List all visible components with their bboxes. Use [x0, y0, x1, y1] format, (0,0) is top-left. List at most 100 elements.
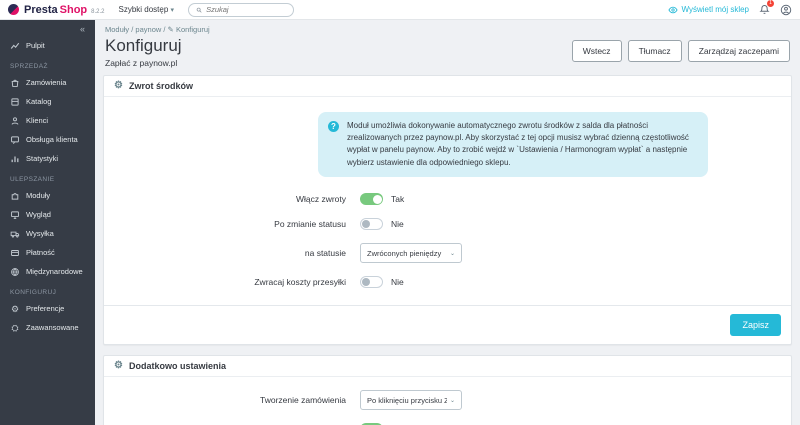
order-creation-row: Tworzenie zamówienia Po kliknięciu przyc…	[120, 390, 775, 410]
sidebar-item-label: Pulpit	[26, 41, 45, 50]
sidebar-item-label: Moduły	[26, 191, 50, 200]
sidebar-item-zaawansowane[interactable]: ⛭ Zaawansowane	[0, 318, 95, 337]
refund-shipping-value: Nie	[391, 277, 404, 287]
chevron-down-icon: ⌄	[450, 397, 455, 404]
notification-badge: 1	[767, 0, 774, 7]
sidebar-item-obsluga-klienta[interactable]: Obsługa klienta	[0, 130, 95, 149]
view-shop-link[interactable]: Wyświetl mój sklep	[668, 5, 750, 15]
refund-shipping-toggle[interactable]	[360, 276, 383, 288]
search-icon	[196, 6, 202, 14]
sidebar-item-label: Preferencje	[26, 304, 64, 313]
status-select[interactable]: Zwróconych pieniędzy ⌄	[360, 243, 462, 263]
sidebar-collapse-button[interactable]: «	[0, 20, 95, 36]
sidebar-item-label: Zaawansowane	[26, 323, 79, 332]
sidebar-item-label: Katalog	[26, 97, 51, 106]
refund-shipping-label: Zwracaj koszty przesyłki	[120, 277, 360, 287]
additional-settings-panel: ⚙ Dodatkowo ustawienia Tworzenie zamówie…	[103, 355, 792, 425]
main-content: Moduły / paynow / ✎ Konfiguruj Konfiguru…	[95, 20, 800, 425]
refund-shipping-row: Zwracaj koszty przesyłki Nie	[120, 276, 775, 288]
sidebar-item-label: Wysyłka	[26, 229, 54, 238]
after-status-change-row: Po zmianie statusu Nie	[120, 218, 775, 230]
sidebar-item-moduly[interactable]: Moduły	[0, 186, 95, 205]
breadcrumb: Moduły / paynow / ✎ Konfiguruj	[103, 20, 792, 36]
on-status-label: na statusie	[120, 248, 360, 258]
international-icon	[10, 267, 20, 277]
search-bar[interactable]	[188, 3, 294, 17]
stats-icon	[10, 154, 20, 164]
shipping-icon	[10, 229, 20, 239]
help-icon: ?	[328, 121, 339, 132]
brand-shop: Shop	[60, 4, 88, 16]
back-button[interactable]: Wstecz	[572, 40, 622, 62]
enable-refunds-label: Włącz zwroty	[120, 194, 360, 204]
topbar: PrestaShop 8.2.2 Szybki dostęp ▾ Wyświet…	[0, 0, 800, 20]
customer-service-icon	[10, 135, 20, 145]
view-shop-label: Wyświetl mój sklep	[682, 5, 750, 14]
enable-refunds-row: Włącz zwroty Tak	[120, 193, 775, 205]
sidebar-item-label: Zamówienia	[26, 78, 66, 87]
sidebar-item-statystyki[interactable]: Statystyki	[0, 149, 95, 168]
user-icon	[780, 4, 792, 16]
sidebar-item-label: Klienci	[26, 116, 48, 125]
sidebar-item-zamowienia[interactable]: Zamówienia	[0, 73, 95, 92]
breadcrumb-current: Konfiguruj	[176, 25, 210, 34]
customers-icon	[10, 116, 20, 126]
info-box: ? Moduł umożliwia dokonywanie automatycz…	[318, 112, 708, 178]
prestashop-logo[interactable]: PrestaShop 8.2.2	[8, 4, 105, 16]
sidebar-section-sprzedaz: SPRZEDAŻ	[0, 55, 95, 73]
account-avatar[interactable]	[780, 4, 792, 16]
sidebar-item-wyglad[interactable]: Wygląd	[0, 205, 95, 224]
after-status-change-toggle[interactable]	[360, 218, 383, 230]
after-status-change-value: Nie	[391, 219, 404, 229]
gear-icon: ⚙	[114, 81, 123, 91]
sidebar-item-wysylka[interactable]: Wysyłka	[0, 224, 95, 243]
sidebar-item-miedzynarodowe[interactable]: Międzynarodowe	[0, 262, 95, 281]
breadcrumb-trail[interactable]: Moduły / paynow /	[105, 25, 165, 34]
info-text: Moduł umożliwia dokonywanie automatyczne…	[347, 120, 696, 170]
page-title: Konfiguruj	[105, 37, 182, 56]
catalog-icon	[10, 97, 20, 107]
quick-access-menu[interactable]: Szybki dostęp ▾	[119, 5, 175, 14]
enable-refunds-value: Tak	[391, 194, 404, 204]
pencil-icon: ✎	[168, 25, 174, 34]
sidebar: « Pulpit SPRZEDAŻ Zamówienia Katalog Kli…	[0, 20, 95, 425]
order-creation-label: Tworzenie zamówienia	[120, 395, 360, 405]
sidebar-item-label: Międzynarodowe	[26, 267, 83, 276]
notifications-button[interactable]: 1	[759, 4, 770, 15]
additional-settings-header: ⚙ Dodatkowo ustawienia	[104, 356, 791, 377]
design-icon	[10, 210, 20, 220]
page-subtitle: Zapłać z paynow.pl	[105, 58, 182, 68]
payment-icon	[10, 248, 20, 258]
save-button[interactable]: Zapisz	[730, 314, 781, 336]
prestashop-logo-icon	[8, 4, 19, 15]
sidebar-item-platnosc[interactable]: Płatność	[0, 243, 95, 262]
manage-hooks-button[interactable]: Zarządzaj zaczepami	[688, 40, 790, 62]
translate-button[interactable]: Tłumacz	[628, 40, 682, 62]
brand-presta: Presta	[24, 4, 58, 16]
refunds-panel: ⚙ Zwrot środków ? Moduł umożliwia dokony…	[103, 75, 792, 346]
sidebar-section-ulepszanie: ULEPSZANIE	[0, 168, 95, 186]
sidebar-item-preferencje[interactable]: ⚙ Preferencje	[0, 299, 95, 318]
modules-icon	[10, 191, 20, 201]
version-label: 8.2.2	[91, 9, 104, 15]
sidebar-item-label: Obsługa klienta	[26, 135, 78, 144]
on-status-row: na statusie Zwróconych pieniędzy ⌄	[120, 243, 775, 263]
orders-icon	[10, 78, 20, 88]
sidebar-item-katalog[interactable]: Katalog	[0, 92, 95, 111]
refunds-panel-title: Zwrot środków	[129, 81, 193, 91]
refunds-panel-header: ⚙ Zwrot środków	[104, 76, 791, 97]
chevron-down-icon: ▾	[171, 7, 175, 14]
preferences-gear-icon: ⚙	[10, 304, 20, 314]
enable-refunds-toggle[interactable]	[360, 193, 383, 205]
eye-icon	[668, 5, 678, 15]
advanced-settings-icon: ⛭	[10, 323, 20, 333]
order-creation-select[interactable]: Po kliknięciu przycisku Złóż za ⌄	[360, 390, 462, 410]
sidebar-item-pulpit[interactable]: Pulpit	[0, 36, 95, 55]
refunds-panel-footer: Zapisz	[104, 305, 791, 344]
after-status-change-label: Po zmianie statusu	[120, 219, 360, 229]
sidebar-section-konfiguruj: KONFIGURUJ	[0, 281, 95, 299]
sidebar-item-klienci[interactable]: Klienci	[0, 111, 95, 130]
sidebar-item-label: Wygląd	[26, 210, 51, 219]
chevron-down-icon: ⌄	[450, 250, 455, 257]
search-input[interactable]	[206, 5, 286, 14]
